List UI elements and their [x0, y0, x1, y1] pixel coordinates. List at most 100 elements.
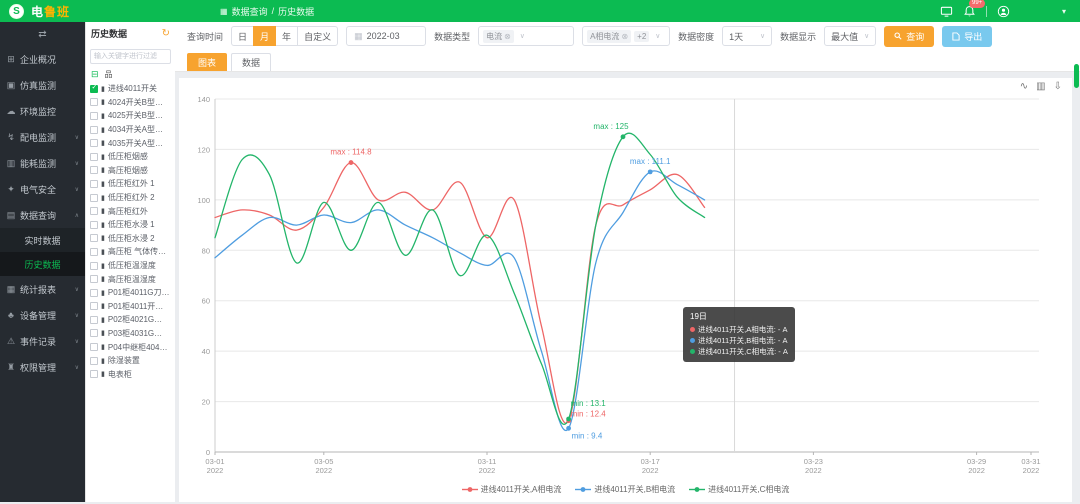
sidebar-item-label: 数据查询 [20, 209, 56, 222]
legend-item[interactable]: 进线4011开关,B相电流 [575, 484, 675, 495]
date-picker[interactable]: ▦ 2022-03 [346, 26, 426, 46]
time-option-自定义[interactable]: 自定义 [297, 26, 338, 46]
sidebar-item-9[interactable]: ♣设备管理∨ [0, 302, 85, 328]
tree-item[interactable]: ▮4025开关B型厂房1-... [88, 109, 173, 123]
query-toolbar: 查询时间 日月年自定义 ▦ 2022-03 数据类型 电流⊗ ∨ A相电流⊗ +… [175, 22, 1080, 50]
refresh-icon[interactable]: ↻ [162, 28, 170, 39]
tree-item[interactable]: ▮P03柜4031G刀闸 ... [88, 327, 173, 341]
checkbox[interactable] [90, 180, 98, 188]
tree-item[interactable]: ▮P01柜4011开关 测温 [88, 300, 173, 314]
sidebar-collapse-icon[interactable]: ⇄ [0, 22, 85, 46]
time-option-月[interactable]: 月 [253, 26, 276, 46]
tree-item[interactable]: ▮进线4011开关 [88, 82, 173, 96]
tree-item[interactable]: ▮4034开关A型厂房1-... [88, 123, 173, 137]
checkbox[interactable] [90, 234, 98, 242]
tree-item[interactable]: ▮低压柜水浸 2 [88, 232, 173, 246]
breadcrumb-page: 历史数据 [278, 5, 314, 18]
sidebar-item-4[interactable]: ↯配电监测∨ [0, 124, 85, 150]
checkbox[interactable] [90, 329, 98, 337]
tree-item[interactable]: ▮P02柜4021G刀闸 ... [88, 313, 173, 327]
checkbox[interactable] [90, 343, 98, 351]
checkbox[interactable] [90, 85, 98, 93]
sidebar-item-label: 环境监控 [20, 105, 56, 118]
line-chart-toggle-icon[interactable]: ∿ [1020, 81, 1028, 92]
sidebar-item-7[interactable]: ▤数据查询∧ [0, 202, 85, 228]
tree-item[interactable]: ▮4035开关A型厂房1-... [88, 136, 173, 150]
tree-item[interactable]: ▮高压柜红外 [88, 204, 173, 218]
tree-item[interactable]: ▮低压柜烟感 [88, 150, 173, 164]
density-select[interactable]: 1天 ∨ [722, 26, 772, 46]
page-scrollbar-thumb[interactable] [1074, 64, 1079, 88]
phase-select[interactable]: A相电流⊗ +2 ∨ [582, 26, 670, 46]
tree-item[interactable]: ▮低压柜温湿度 [88, 259, 173, 273]
screen-icon[interactable] [940, 5, 953, 18]
checkbox[interactable] [90, 194, 98, 202]
legend-item[interactable]: 进线4011开关,A相电流 [462, 484, 562, 495]
tree-expand-icon[interactable]: 品 [105, 69, 113, 80]
display-select[interactable]: 最大值 ∨ [824, 26, 876, 46]
device-icon: ▮ [101, 234, 105, 242]
checkbox[interactable] [90, 302, 98, 310]
checkbox[interactable] [90, 316, 98, 324]
filter-tag[interactable]: 电流⊗ [483, 30, 514, 43]
checkbox[interactable] [90, 139, 98, 147]
bar-chart-toggle-icon[interactable]: ▥ [1036, 81, 1045, 92]
sidebar-item-3[interactable]: ☁环境监控 [0, 98, 85, 124]
datatype-select[interactable]: 电流⊗ ∨ [478, 26, 574, 46]
remove-tag-icon[interactable]: ⊗ [504, 32, 511, 41]
time-option-日[interactable]: 日 [231, 26, 254, 46]
tree-item[interactable]: ▮低压柜红外 1 [88, 177, 173, 191]
checkbox[interactable] [90, 166, 98, 174]
user-menu-caret-icon[interactable]: ▾ [1062, 7, 1066, 16]
sidebar-item-8[interactable]: ▦统计报表∨ [0, 276, 85, 302]
min-marker [566, 417, 571, 422]
tree-search-input[interactable] [90, 49, 171, 64]
tree-item[interactable]: ▮4024开关B型厂房1-... [88, 96, 173, 110]
tree-item[interactable]: ▮除湿装置 [88, 354, 173, 368]
checkbox[interactable] [90, 221, 98, 229]
notification-bell[interactable]: 99+ [963, 5, 976, 18]
checkbox[interactable] [90, 153, 98, 161]
checkbox[interactable] [90, 262, 98, 270]
sidebar-subitem[interactable]: 历史数据 [0, 252, 85, 276]
sidebar-item-6[interactable]: ✦电气安全∨ [0, 176, 85, 202]
tree-item[interactable]: ▮低压柜红外 2 [88, 191, 173, 205]
time-option-年[interactable]: 年 [275, 26, 298, 46]
query-button[interactable]: 查询 [884, 26, 934, 47]
checkbox[interactable] [90, 275, 98, 283]
checkbox[interactable] [90, 289, 98, 297]
filter-tag[interactable]: A相电流⊗ [587, 30, 631, 43]
tree-item[interactable]: ▮P01柜4011G刀闸 ... [88, 286, 173, 300]
history-chart[interactable]: 02040608010012014003-01202203-05202203-1… [179, 78, 1072, 504]
breadcrumb-section[interactable]: 数据查询 [232, 5, 268, 18]
tree-item[interactable]: ▮P04中继柜4041G刀... [88, 340, 173, 354]
tree-item[interactable]: ▮高压柜温湿度 [88, 272, 173, 286]
tree-item[interactable]: ▮高压柜烟感 [88, 164, 173, 178]
checkbox[interactable] [90, 207, 98, 215]
sidebar-item-2[interactable]: ▣仿真监测 [0, 72, 85, 98]
tab-图表[interactable]: 图表 [187, 53, 227, 71]
tab-数据[interactable]: 数据 [231, 53, 271, 71]
remove-tag-icon[interactable]: ⊗ [621, 32, 628, 41]
sidebar-item-10[interactable]: ⚠事件记录∨ [0, 328, 85, 354]
sidebar-nav: ⇄ ⊞企业概况▣仿真监测☁环境监控↯配电监测∨▥能耗监测∨✦电气安全∨▤数据查询… [0, 22, 85, 502]
checkbox[interactable] [90, 98, 98, 106]
sidebar-item-5[interactable]: ▥能耗监测∨ [0, 150, 85, 176]
download-image-icon[interactable]: ⇩ [1054, 81, 1062, 92]
checkbox[interactable] [90, 112, 98, 120]
checkbox[interactable] [90, 357, 98, 365]
export-button[interactable]: 导出 [942, 26, 992, 47]
sidebar-item-11[interactable]: ♜权限管理∨ [0, 354, 85, 380]
user-avatar-icon[interactable] [997, 5, 1010, 18]
sidebar-subitem[interactable]: 实时数据 [0, 228, 85, 252]
checkbox[interactable] [90, 126, 98, 134]
tree-item[interactable]: ▮高压柜 气体传感器 [88, 245, 173, 259]
checkbox[interactable] [90, 248, 98, 256]
device-icon: ▮ [101, 85, 105, 93]
tree-item[interactable]: ▮电表柜 [88, 367, 173, 381]
checkbox[interactable] [90, 370, 98, 378]
legend-item[interactable]: 进线4011开关,C相电流 [689, 484, 789, 495]
sidebar-item-1[interactable]: ⊞企业概况 [0, 46, 85, 72]
check-all-icon[interactable]: ⊟ [91, 69, 99, 80]
tree-item[interactable]: ▮低压柜水浸 1 [88, 218, 173, 232]
